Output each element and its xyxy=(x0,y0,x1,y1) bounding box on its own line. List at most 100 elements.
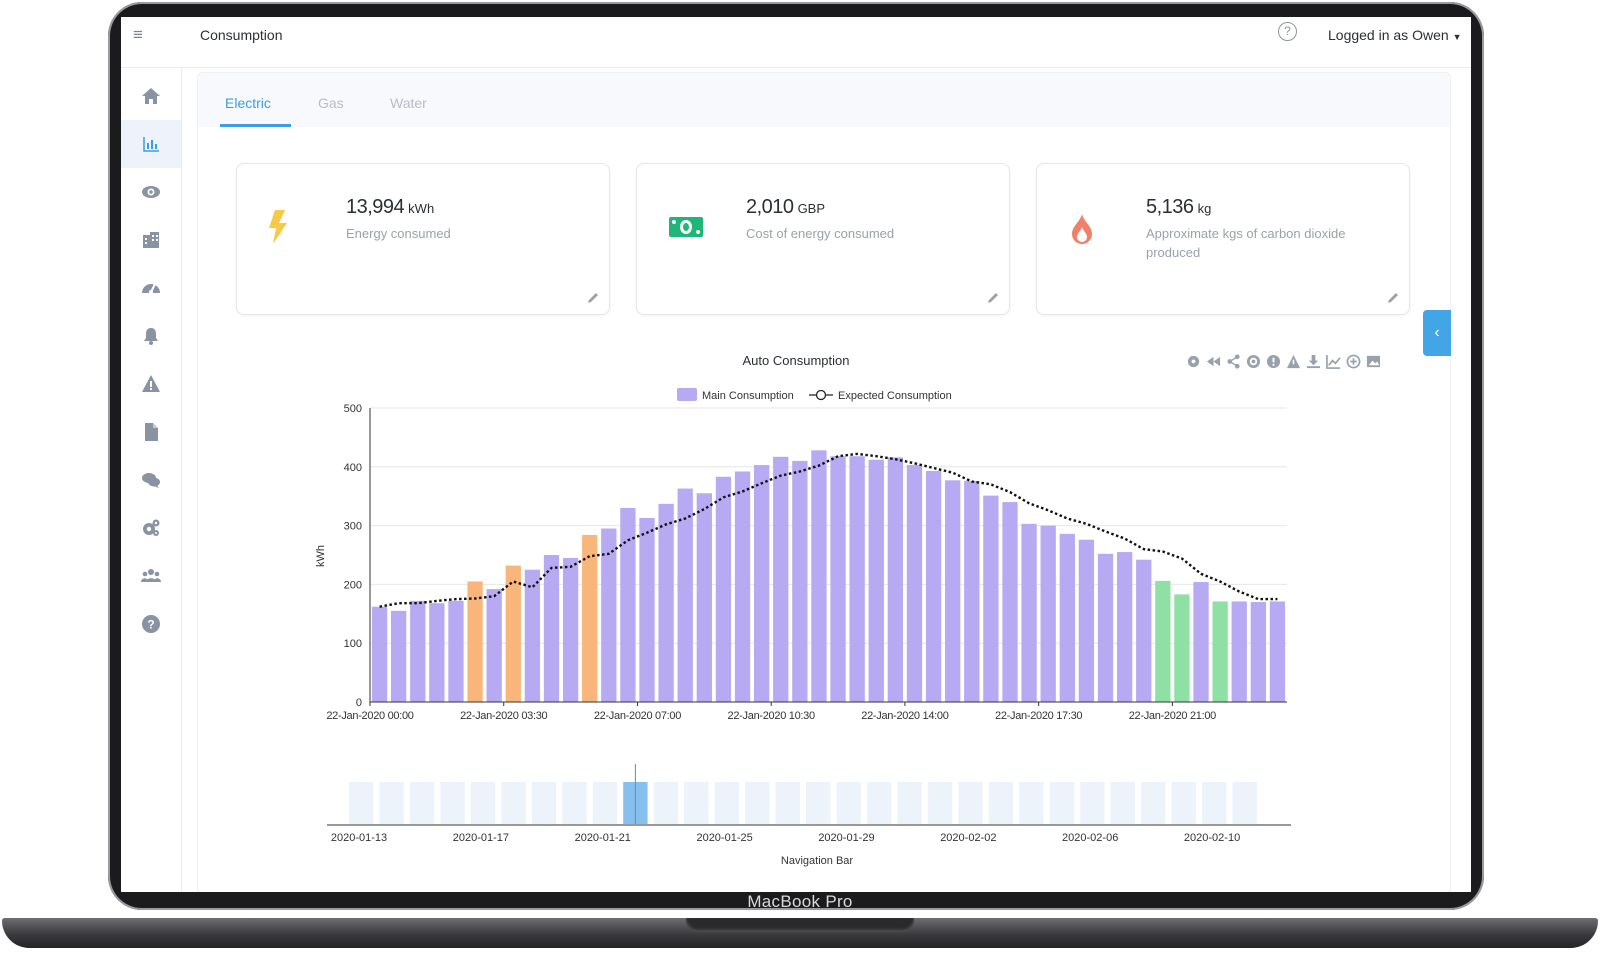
consumption-bar xyxy=(868,459,884,702)
consumption-bar xyxy=(1097,553,1114,702)
navigation-bar-item xyxy=(684,782,709,824)
consumption-bar xyxy=(887,457,904,702)
x-tick-label: 22-Jan-2020 00:00 xyxy=(326,710,413,722)
consumption-bar xyxy=(1193,582,1209,702)
navigation-bar[interactable]: 2020-01-13 2020-01-17 2020-01-21 2020-01-25… xyxy=(327,764,1291,867)
consumption-bar xyxy=(524,569,541,702)
navigation-date-label: 2020-02-10 xyxy=(1184,832,1240,844)
x-tick-label: 22-Jan-2020 07:00 xyxy=(594,710,681,722)
navigation-bar-item xyxy=(1202,782,1227,824)
navigation-bar-item xyxy=(806,782,831,824)
laptop-notch xyxy=(686,918,914,932)
navigation-bar-item xyxy=(379,782,404,824)
navigation-bar-item xyxy=(1049,782,1075,824)
consumption-bar xyxy=(486,589,502,702)
navigation-bar-label: Navigation Bar xyxy=(781,855,853,867)
navigation-bar-item xyxy=(440,782,465,824)
navigation-bar-item xyxy=(501,782,526,824)
legend-label-main: Main Consumption xyxy=(702,390,794,402)
device-brand-label: MacBook Pro xyxy=(747,892,853,911)
consumption-bar xyxy=(371,606,388,702)
consumption-chart: 0 100 200 300 400 500 kWh 22-Jan-2020 00:00 22-J… xyxy=(315,388,1291,867)
navigation-bar-item xyxy=(836,782,861,824)
consumption-bar xyxy=(429,603,445,702)
consumption-bar xyxy=(753,465,770,702)
consumption-bar xyxy=(945,480,961,702)
consumption-bar xyxy=(906,465,923,702)
navigation-bar-item xyxy=(1141,782,1166,824)
navigation-bar-item xyxy=(1232,782,1257,824)
y-tick-label: 100 xyxy=(344,638,362,650)
legend-label-expected: Expected Consumption xyxy=(838,390,952,402)
consumption-bar xyxy=(1059,533,1075,702)
navigation-bar-item xyxy=(562,782,587,824)
consumption-bar xyxy=(830,456,846,702)
consumption-bar xyxy=(849,456,865,702)
consumption-bar xyxy=(773,456,789,702)
navigation-bar-item xyxy=(958,782,983,824)
navigation-bar-item xyxy=(1019,782,1044,824)
consumption-bar xyxy=(925,470,942,702)
navigation-bar-item xyxy=(531,782,557,824)
consumption-bar xyxy=(562,557,579,702)
navigation-bar-item xyxy=(1080,782,1105,824)
chart-legend: Main Consumption Expected Consumption xyxy=(677,388,952,402)
consumption-bar xyxy=(448,600,464,702)
consumption-bar xyxy=(410,600,426,702)
x-tick-label: 22-Jan-2020 17:30 xyxy=(995,710,1082,722)
consumption-bar xyxy=(1269,601,1286,702)
navigation-bar-item xyxy=(470,782,496,824)
consumption-bar xyxy=(1231,601,1247,702)
navigation-date-label: 2020-02-06 xyxy=(1062,832,1118,844)
consumption-bar xyxy=(1002,502,1018,702)
navigation-bar-item xyxy=(592,782,618,824)
consumption-bar xyxy=(391,610,407,702)
x-tick-label: 22-Jan-2020 03:30 xyxy=(460,710,547,722)
navigation-bar-item xyxy=(988,782,1014,824)
y-tick-label: 0 xyxy=(356,697,362,709)
navigation-date-label: 2020-01-13 xyxy=(331,832,387,844)
x-tick-label: 22-Jan-2020 21:00 xyxy=(1129,710,1216,722)
navigation-bar-item xyxy=(349,782,374,824)
consumption-bar xyxy=(1212,601,1228,702)
navigation-date-label: 2020-01-29 xyxy=(818,832,874,844)
navigation-bar-item xyxy=(866,782,892,824)
consumption-bar xyxy=(983,495,999,702)
consumption-bar xyxy=(964,480,980,702)
x-tick-label: 22-Jan-2020 10:30 xyxy=(728,710,815,722)
navigation-date-label: 2020-01-21 xyxy=(575,832,631,844)
app-screen: ≡ Consumption ? Logged in as Owen ▼ ? El… xyxy=(121,17,1471,892)
consumption-bar xyxy=(1155,580,1171,702)
consumption-bar xyxy=(715,476,732,702)
x-tick-label: 22-Jan-2020 14:00 xyxy=(861,710,948,722)
y-axis-label: kWh xyxy=(315,545,327,567)
consumption-bar xyxy=(1174,594,1190,702)
consumption-bar xyxy=(658,503,674,702)
navigation-date-label: 2020-02-02 xyxy=(940,832,996,844)
y-tick-label: 200 xyxy=(344,579,362,591)
y-tick-label: 400 xyxy=(344,462,362,474)
navigation-bar-item xyxy=(1110,782,1136,824)
navigation-bar-item xyxy=(745,782,770,824)
consumption-bar xyxy=(1040,525,1056,702)
navigation-bar-item xyxy=(714,782,739,824)
navigation-date-label: 2020-01-17 xyxy=(453,832,509,844)
y-tick-label: 300 xyxy=(344,521,362,533)
navigation-bar-item xyxy=(897,782,922,824)
consumption-bar xyxy=(734,471,751,702)
consumption-bar xyxy=(792,460,808,702)
legend-swatch-expected-marker xyxy=(815,389,827,401)
navigation-bar-item xyxy=(1171,782,1196,824)
consumption-bar xyxy=(1021,523,1037,702)
y-tick-label: 500 xyxy=(344,403,362,415)
consumption-bar xyxy=(1250,602,1266,702)
consumption-bar xyxy=(696,493,712,702)
consumption-bar xyxy=(1078,539,1095,702)
navigation-bar-item xyxy=(775,782,800,824)
consumption-bar xyxy=(1136,559,1152,702)
navigation-bar-item xyxy=(653,782,679,824)
consumption-bar xyxy=(639,517,655,702)
consumption-bar xyxy=(543,555,560,702)
navigation-date-label: 2020-01-25 xyxy=(696,832,752,844)
navigation-bar-item xyxy=(409,782,435,824)
